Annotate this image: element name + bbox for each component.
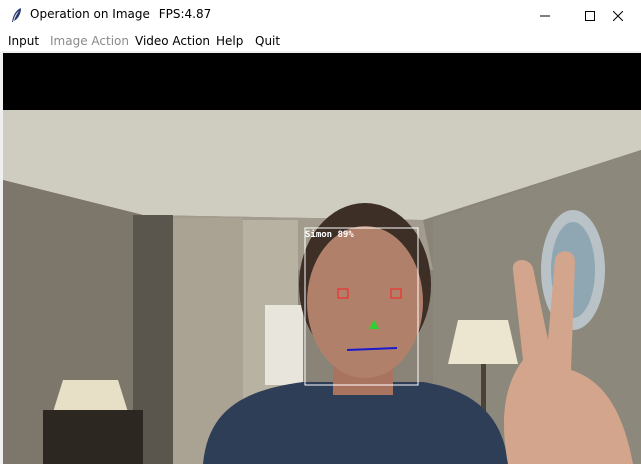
maximize-icon [585, 10, 595, 21]
menu-help[interactable]: Help [216, 34, 243, 48]
window-title-text: Operation on Image [30, 7, 150, 21]
menu-input[interactable]: Input [8, 34, 39, 48]
menu-quit[interactable]: Quit [255, 34, 280, 48]
title-bar[interactable]: Operation on Image FPS:4.87 [0, 0, 641, 31]
video-letterbox [3, 53, 641, 110]
face-label: Simon 89% [305, 229, 354, 240]
close-button[interactable] [595, 0, 641, 31]
feather-icon [12, 8, 21, 22]
fps-readout: FPS:4.87 [158, 7, 212, 21]
webcam-feed: Simon 89% [3, 110, 641, 464]
close-icon [613, 10, 623, 21]
minimize-icon [540, 15, 550, 16]
menu-bar: Input Image Action Video Action Help Qui… [0, 31, 641, 51]
menu-video-action[interactable]: Video Action [135, 34, 210, 48]
window-title: Operation on Image FPS:4.87 [30, 7, 211, 21]
minimize-button[interactable] [522, 0, 568, 31]
menu-image-action[interactable]: Image Action [50, 34, 129, 48]
video-frame: Simon 89% [3, 53, 641, 464]
